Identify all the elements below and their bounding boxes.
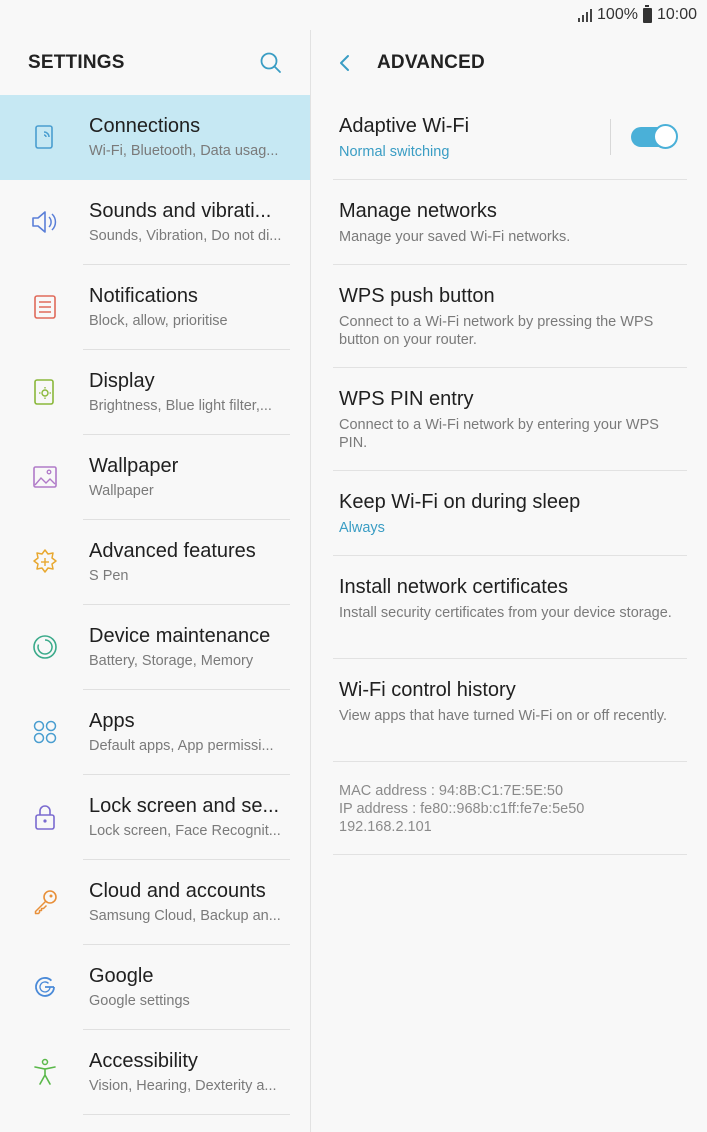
advanced-item-title: Adaptive Wi-Fi (339, 115, 470, 137)
settings-item-title: Cloud and accounts (89, 880, 266, 902)
toggle-knob (653, 124, 678, 149)
settings-item-apps[interactable]: Apps Default apps, App permissi... (0, 690, 310, 775)
divider (610, 119, 611, 155)
status-bar: 100% 10:00 (0, 0, 707, 30)
settings-item-title: Google (89, 965, 154, 987)
speaker-icon (27, 204, 63, 240)
settings-item-subtitle: Wi-Fi, Bluetooth, Data usag... (89, 143, 279, 159)
advanced-item-title: Manage networks (339, 200, 497, 222)
advanced-header: ADVANCED (311, 30, 707, 94)
search-button[interactable] (256, 48, 286, 78)
settings-header: SETTINGS (0, 30, 310, 94)
mac-address: MAC address : 94:8B:C1:7E:5E:50 (339, 783, 564, 799)
settings-item-notifications[interactable]: Notifications Block, allow, prioritise (0, 265, 310, 350)
advanced-item-manage-networks[interactable]: Manage networks Manage your saved Wi-Fi n… (333, 180, 687, 265)
advanced-item-adaptive-wi-fi[interactable]: Adaptive Wi-Fi Normal switching (333, 95, 687, 180)
google-icon (27, 969, 63, 1005)
settings-item-wallpaper[interactable]: Wallpaper Wallpaper (0, 435, 310, 520)
advanced-item-install-network-certificates[interactable]: Install network certificates Install secu… (333, 556, 687, 659)
advanced-item-title: Keep Wi-Fi on during sleep (339, 491, 581, 513)
advanced-item-title: Wi-Fi control history (339, 679, 516, 701)
settings-item-title: Notifications (89, 285, 198, 307)
device-maintenance-icon (27, 629, 63, 665)
settings-item-title: Sounds and vibrati... (89, 200, 272, 222)
settings-item-title: Device maintenance (89, 625, 271, 647)
settings-item-subtitle: Vision, Hearing, Dexterity a... (89, 1078, 277, 1094)
settings-item-subtitle: Google settings (89, 993, 190, 1009)
advanced-item-title: WPS push button (339, 285, 495, 307)
settings-item-title: Lock screen and se... (89, 795, 280, 817)
ip-address: IP address : fe80::968b:c1ff:fe7e:5e50 (339, 801, 585, 817)
advanced-item-keep-wi-fi-on-during-sleep[interactable]: Keep Wi-Fi on during sleep Always (333, 471, 687, 556)
advanced-item-subtitle: Connect to a Wi-Fi network by pressing t… (339, 314, 654, 348)
advanced-item-subtitle: View apps that have turned Wi-Fi on or o… (339, 708, 668, 724)
apps-icon (27, 714, 63, 750)
back-button[interactable] (331, 48, 361, 78)
advanced-item-title: WPS PIN entry (339, 388, 474, 410)
signal-icon (578, 8, 593, 22)
divider (83, 1114, 290, 1115)
key-icon (27, 884, 63, 920)
chevron-left-icon (340, 55, 349, 71)
settings-item-title: Display (89, 370, 155, 392)
settings-item-subtitle: Brightness, Blue light filter,... (89, 398, 272, 414)
clock: 10:00 (656, 6, 697, 23)
settings-item-key[interactable]: Cloud and accounts Samsung Cloud, Backup … (0, 860, 310, 945)
settings-item-title: Advanced features (89, 540, 256, 562)
network-info: MAC address : 94:8B:C1:7E:5E:50 IP addre… (333, 762, 687, 855)
settings-menu: Connections Wi-Fi, Bluetooth, Data usag..… (0, 95, 310, 1115)
settings-item-subtitle: Battery, Storage, Memory (89, 653, 254, 669)
connections-icon (27, 119, 63, 155)
settings-item-subtitle: Default apps, App permissi... (89, 738, 274, 754)
settings-item-title: Wallpaper (89, 455, 179, 477)
settings-item-device-maintenance[interactable]: Device maintenance Battery, Storage, Memo… (0, 605, 310, 690)
advanced-item-wps-push-button[interactable]: WPS push button Connect to a Wi-Fi networ… (333, 265, 687, 368)
settings-item-display[interactable]: Display Brightness, Blue light filter,... (0, 350, 310, 435)
advanced-item-subtitle: Normal switching (339, 144, 450, 160)
settings-item-subtitle: S Pen (89, 568, 129, 584)
settings-item-connections[interactable]: Connections Wi-Fi, Bluetooth, Data usag..… (0, 95, 310, 180)
page-title: SETTINGS (28, 52, 125, 73)
settings-item-google[interactable]: Google Google settings (0, 945, 310, 1030)
settings-item-subtitle: Wallpaper (89, 483, 154, 499)
display-icon (27, 374, 63, 410)
advanced-item-wi-fi-control-history[interactable]: Wi-Fi control history View apps that have… (333, 659, 687, 762)
advanced-settings-list: Adaptive Wi-Fi Normal switching Manage net… (333, 95, 687, 855)
battery-icon (642, 4, 652, 23)
settings-item-lock[interactable]: Lock screen and se... Lock screen, Face R… (0, 775, 310, 860)
settings-item-title: Connections (89, 115, 201, 137)
advanced-item-subtitle: Connect to a Wi-Fi network by entering y… (339, 417, 659, 451)
advanced-features-icon (27, 544, 63, 580)
settings-item-title: Accessibility (89, 1050, 198, 1072)
wallpaper-icon (27, 459, 63, 495)
battery-percent: 100% (597, 6, 638, 23)
advanced-item-wps-pin-entry[interactable]: WPS PIN entry Connect to a Wi-Fi network … (333, 368, 687, 471)
settings-item-title: Apps (89, 710, 135, 732)
panel-divider (310, 30, 311, 1132)
advanced-item-title: Install network certificates (339, 576, 568, 598)
advanced-item-subtitle: Install security certificates from your … (339, 605, 672, 621)
advanced-item-subtitle: Manage your saved Wi-Fi networks. (339, 229, 571, 245)
settings-item-subtitle: Samsung Cloud, Backup an... (89, 908, 281, 924)
settings-item-advanced-features[interactable]: Advanced features S Pen (0, 520, 310, 605)
panel-title: ADVANCED (377, 52, 485, 73)
settings-item-subtitle: Sounds, Vibration, Do not di... (89, 228, 282, 244)
search-icon (260, 52, 281, 73)
settings-item-accessibility[interactable]: Accessibility Vision, Hearing, Dexterity … (0, 1030, 310, 1115)
ipv4-address: 192.168.2.101 (339, 819, 432, 835)
adaptive-wifi-toggle[interactable] (631, 124, 678, 150)
lock-icon (27, 799, 63, 835)
accessibility-icon (27, 1054, 63, 1090)
settings-item-subtitle: Block, allow, prioritise (89, 313, 228, 329)
settings-item-subtitle: Lock screen, Face Recognit... (89, 823, 281, 839)
advanced-item-subtitle: Always (339, 520, 385, 536)
notifications-icon (27, 289, 63, 325)
settings-item-speaker[interactable]: Sounds and vibrati... Sounds, Vibration, … (0, 180, 310, 265)
